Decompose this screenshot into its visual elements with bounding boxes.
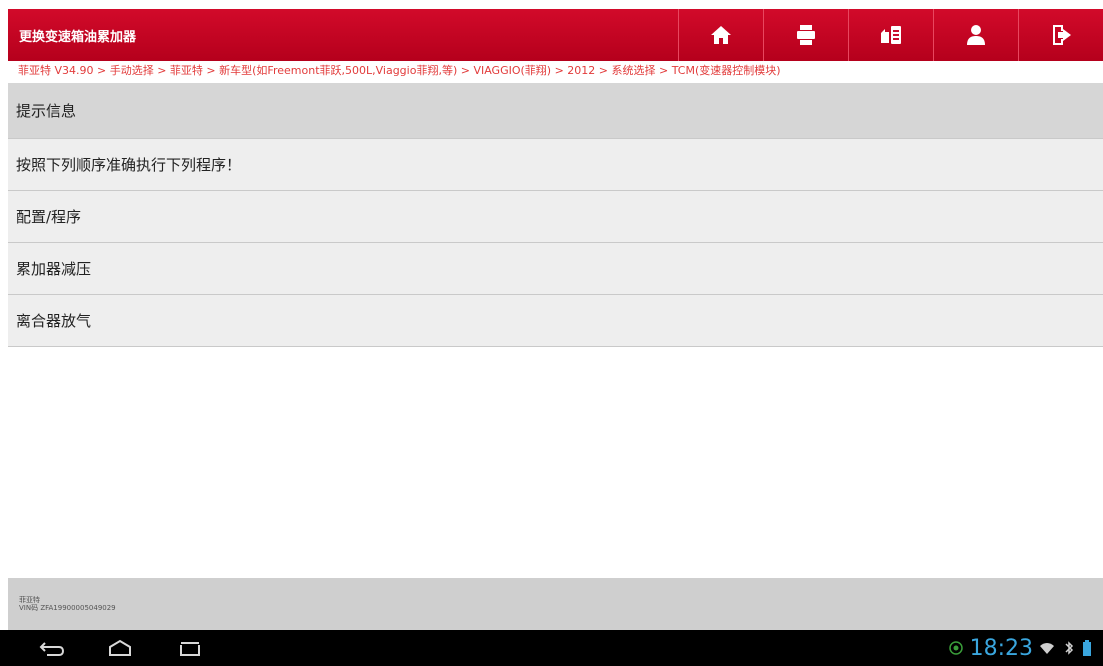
toolbar	[678, 9, 1103, 61]
info-list: 提示信息 按照下列顺序准确执行下列程序！ 配置/程序 累加器减压 离合器放气	[8, 83, 1103, 347]
list-item: 配置/程序	[8, 191, 1103, 243]
home-button[interactable]	[678, 9, 763, 61]
system-nav-bar: 18:23	[0, 630, 1103, 666]
exit-icon	[1053, 25, 1071, 45]
bluetooth-icon	[1065, 641, 1074, 655]
list-header: 提示信息	[8, 83, 1103, 139]
report-button[interactable]	[848, 9, 933, 61]
wifi-icon	[1040, 643, 1054, 654]
exit-button[interactable]	[1018, 9, 1103, 61]
user-button[interactable]	[933, 9, 1018, 61]
vehicle-make: 菲亚特	[19, 596, 40, 604]
list-item: 按照下列顺序准确执行下列程序！	[8, 139, 1103, 191]
print-button[interactable]	[763, 9, 848, 61]
status-area: 18:23	[948, 630, 1091, 666]
home-nav-icon	[109, 639, 131, 656]
breadcrumb[interactable]: 菲亚特 V34.90 > 手动选择 > 菲亚特 > 新车型(如Freemont菲…	[8, 61, 1103, 82]
home-icon	[711, 26, 731, 44]
app-window: 更换变速箱油累加器 菲亚特 V34.90 > 手动选择 > 菲亚特 > 新车型(…	[0, 0, 1103, 666]
back-button[interactable]	[22, 630, 82, 666]
vehicle-vin: VIN码 ZFA19900005049029	[19, 604, 116, 612]
recents-button[interactable]	[160, 630, 220, 666]
battery-icon	[1083, 640, 1091, 656]
report-icon	[881, 26, 901, 44]
user-icon	[967, 25, 985, 45]
sync-icon	[948, 641, 963, 655]
clock: 18:23	[969, 635, 1033, 661]
home-nav-button[interactable]	[90, 630, 150, 666]
page-title: 更换变速箱油累加器	[19, 29, 137, 45]
list-item: 累加器减压	[8, 243, 1103, 295]
recents-icon	[180, 642, 200, 656]
vehicle-info-footer: 菲亚特 VIN码 ZFA19900005049029	[8, 578, 1103, 630]
back-icon	[39, 642, 65, 656]
title-bar: 更换变速箱油累加器	[8, 9, 1103, 61]
print-icon	[797, 25, 815, 45]
list-item: 离合器放气	[8, 295, 1103, 347]
